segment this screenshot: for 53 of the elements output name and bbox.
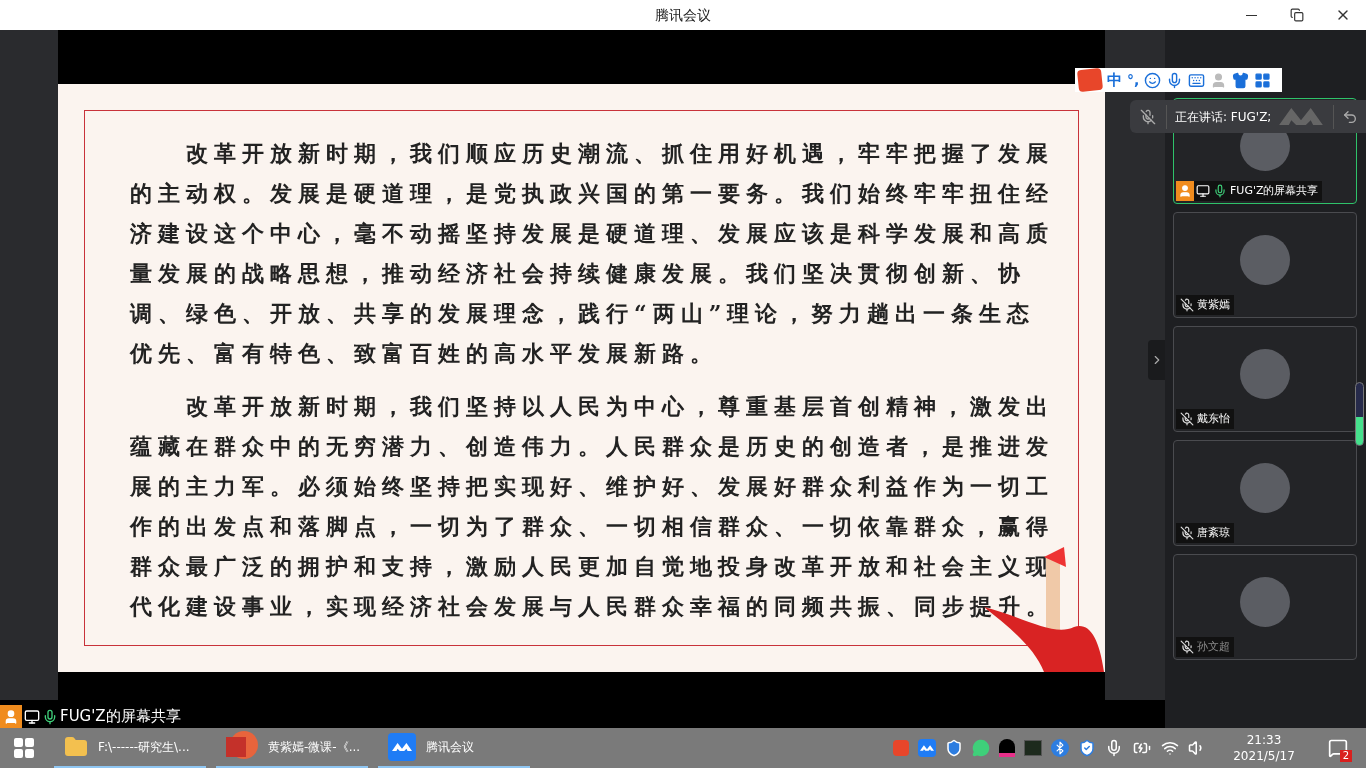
scroll-bar[interactable] — [1355, 382, 1364, 446]
participant-name: 戴东怡 — [1197, 410, 1230, 427]
logo-icon — [392, 743, 412, 751]
avatar — [1240, 577, 1290, 627]
share-label: FUG'Z的屏幕共享 — [60, 706, 181, 728]
mic-icon — [42, 708, 58, 725]
participant-tile[interactable]: 黄紫嫣 — [1173, 212, 1357, 318]
punctuation-mode[interactable]: °, — [1127, 69, 1140, 91]
notifications-icon[interactable] — [1328, 738, 1348, 758]
logo-icon — [920, 745, 934, 751]
back-arrow-icon[interactable] — [1342, 108, 1358, 125]
person-icon — [1178, 184, 1192, 198]
collapse-panel-button[interactable] — [1148, 340, 1165, 380]
restore-icon — [1290, 8, 1304, 22]
meeting-tray-icon[interactable] — [918, 739, 936, 757]
minimize-icon — [1245, 14, 1257, 16]
participant-tile[interactable]: 戴东怡 — [1173, 326, 1357, 432]
shield-icon[interactable] — [945, 739, 963, 757]
windows-icon — [12, 736, 36, 760]
person-icon — [3, 708, 19, 725]
screen-share-icon — [1196, 184, 1210, 198]
emoji-icon[interactable] — [1144, 71, 1162, 89]
microphone-icon[interactable] — [1105, 739, 1123, 757]
avatar — [1240, 463, 1290, 513]
window-title: 腾讯会议 — [655, 5, 711, 25]
speaking-label: 正在讲话: FUG'Z; — [1175, 108, 1272, 126]
notification-badge: 2 — [1339, 750, 1352, 762]
participant-tile[interactable]: 孙文超 — [1173, 554, 1357, 660]
shield-check-icon[interactable] — [1078, 739, 1096, 757]
participant-name: 唐紊琼 — [1197, 524, 1230, 541]
avatar — [1240, 349, 1290, 399]
taskbar-app[interactable]: F:\------研究生\... — [54, 728, 206, 768]
taskbar-app[interactable]: 黄紫嫣-微课-《... — [216, 728, 368, 768]
keyboard-icon[interactable] — [1188, 71, 1206, 89]
screen-share-icon — [24, 708, 40, 725]
clock[interactable]: 21:33 2021/5/17 — [1229, 732, 1299, 764]
input-method-icon[interactable] — [893, 740, 909, 756]
language-mode[interactable]: 中 — [1107, 68, 1122, 92]
bluetooth-icon[interactable] — [1051, 739, 1069, 757]
input-method-logo-icon[interactable] — [1076, 67, 1104, 93]
mic-off-icon[interactable] — [1140, 108, 1156, 125]
folder-icon — [64, 735, 88, 759]
slide-paragraph: 改革开放新时期，我们顺应历史潮流、抓住用好机遇，牢牢把握了发展的主动权。发展是硬道理，是党执政兴国的第一要务。我们始终牢牢扭住经济建设这个中心，毫不动摇坚持发展是硬道理、发展应该是科学发展和高质量发展的战略思想，推动经济社会持续健康发展。我们坚决贯彻创新、协调、绿色、开放、共享的发展理念，践行“两山”理论，努力趟出一条生态优先、富有特色、致富百姓的高水平发展新路。 — [130, 139, 1055, 368]
wifi-icon[interactable] — [1161, 739, 1179, 757]
participant-tile[interactable]: 唐紊琼 — [1173, 440, 1357, 546]
avatar — [1240, 235, 1290, 285]
participant-name: 黄紫嫣 — [1197, 296, 1230, 313]
participant-name: 孙文超 — [1197, 638, 1230, 655]
participant-name: FUG'Z的屏幕共享 — [1230, 182, 1319, 199]
logo-icon — [1279, 108, 1324, 125]
toolbox-icon[interactable] — [1254, 71, 1272, 89]
taskbar-app[interactable]: 腾讯会议 — [378, 728, 530, 768]
skin-icon[interactable] — [1232, 71, 1250, 89]
